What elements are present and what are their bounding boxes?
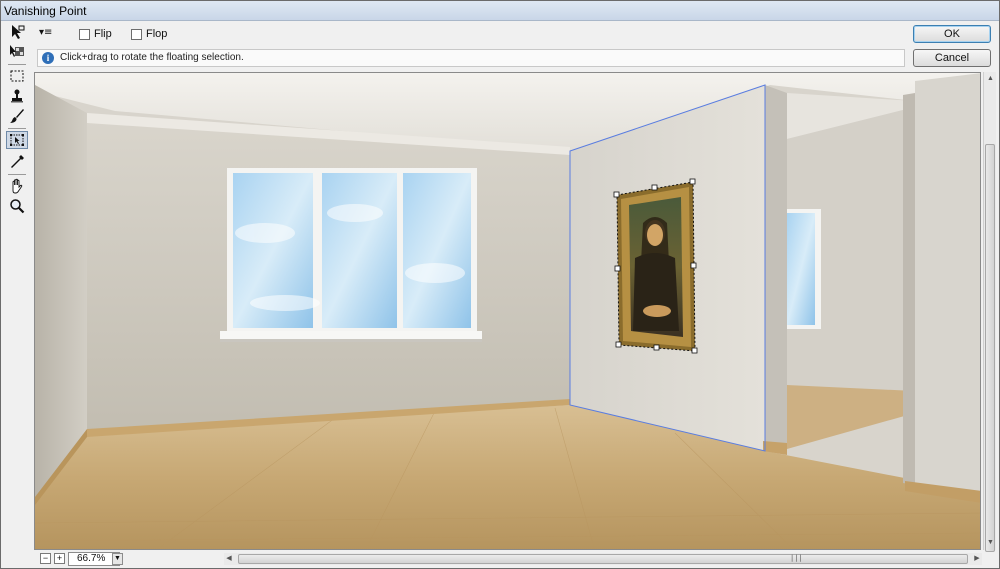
transform-tool[interactable] bbox=[6, 131, 28, 149]
flip-checkbox[interactable]: Flip bbox=[79, 28, 112, 40]
eyedropper-tool[interactable] bbox=[6, 153, 28, 171]
vanishing-point-dialog: Vanishing Point ▾≡ Flip Flop i Click+dra… bbox=[0, 0, 1000, 569]
marquee-icon bbox=[10, 70, 24, 82]
zoom-in-button[interactable]: + bbox=[54, 553, 65, 564]
zoom-out-button[interactable]: − bbox=[40, 553, 51, 564]
titlebar: Vanishing Point bbox=[1, 1, 999, 21]
flip-checkbox-box[interactable] bbox=[79, 28, 90, 40]
tool-separator bbox=[8, 128, 26, 129]
horizontal-scroll-thumb[interactable] bbox=[238, 554, 968, 564]
scroll-left-icon[interactable]: ◀ bbox=[224, 553, 234, 565]
tool-separator bbox=[8, 64, 26, 65]
cancel-button[interactable]: Cancel bbox=[913, 49, 991, 67]
info-bar: i Click+drag to rotate the floating sele… bbox=[37, 49, 905, 67]
flop-checkbox-box[interactable] bbox=[131, 28, 142, 40]
marquee-tool[interactable] bbox=[6, 67, 28, 85]
brush-icon bbox=[10, 109, 24, 123]
scroll-grip-icon: ||| bbox=[790, 554, 803, 562]
preview-canvas[interactable] bbox=[34, 72, 981, 550]
edit-plane-tool[interactable] bbox=[6, 23, 28, 41]
create-plane-icon bbox=[10, 45, 24, 57]
zoom-icon bbox=[10, 199, 25, 214]
edit-plane-icon bbox=[12, 25, 25, 39]
scroll-down-icon[interactable]: ▼ bbox=[986, 538, 995, 547]
options-bar: ▾≡ Flip Flop bbox=[35, 25, 905, 45]
info-icon: i bbox=[42, 52, 54, 64]
window-title: Vanishing Point bbox=[4, 4, 87, 18]
stamp-tool[interactable] bbox=[6, 87, 28, 105]
zoom-dropdown-icon[interactable]: ▼ bbox=[112, 553, 123, 565]
create-plane-tool[interactable] bbox=[6, 43, 28, 61]
tool-column bbox=[3, 23, 31, 543]
hand-tool[interactable] bbox=[6, 177, 28, 195]
info-message: Click+drag to rotate the floating select… bbox=[60, 52, 244, 63]
transform-icon bbox=[10, 134, 24, 146]
zoom-tool[interactable] bbox=[6, 197, 28, 215]
scroll-up-icon[interactable]: ▲ bbox=[986, 74, 995, 83]
vertical-scroll-thumb[interactable] bbox=[985, 144, 995, 552]
ok-button[interactable]: OK bbox=[913, 25, 991, 43]
flop-label: Flop bbox=[146, 28, 168, 40]
flip-label: Flip bbox=[94, 28, 112, 40]
stamp-icon bbox=[11, 89, 23, 103]
status-bar: − + 66.7% ▼ ◀ ||| ▶ bbox=[34, 551, 996, 568]
brush-tool[interactable] bbox=[6, 107, 28, 125]
room-scene bbox=[35, 73, 980, 549]
panel-menu-button[interactable]: ▾≡ bbox=[39, 27, 57, 41]
hand-icon bbox=[12, 178, 23, 194]
scroll-right-icon[interactable]: ▶ bbox=[972, 553, 982, 565]
horizontal-scrollbar[interactable]: ◀ ||| ▶ bbox=[224, 553, 982, 565]
vertical-scrollbar[interactable]: ▲ ▼ bbox=[983, 72, 996, 552]
flop-checkbox[interactable]: Flop bbox=[131, 28, 167, 40]
eyedropper-icon bbox=[11, 155, 24, 168]
tool-separator bbox=[8, 174, 26, 175]
